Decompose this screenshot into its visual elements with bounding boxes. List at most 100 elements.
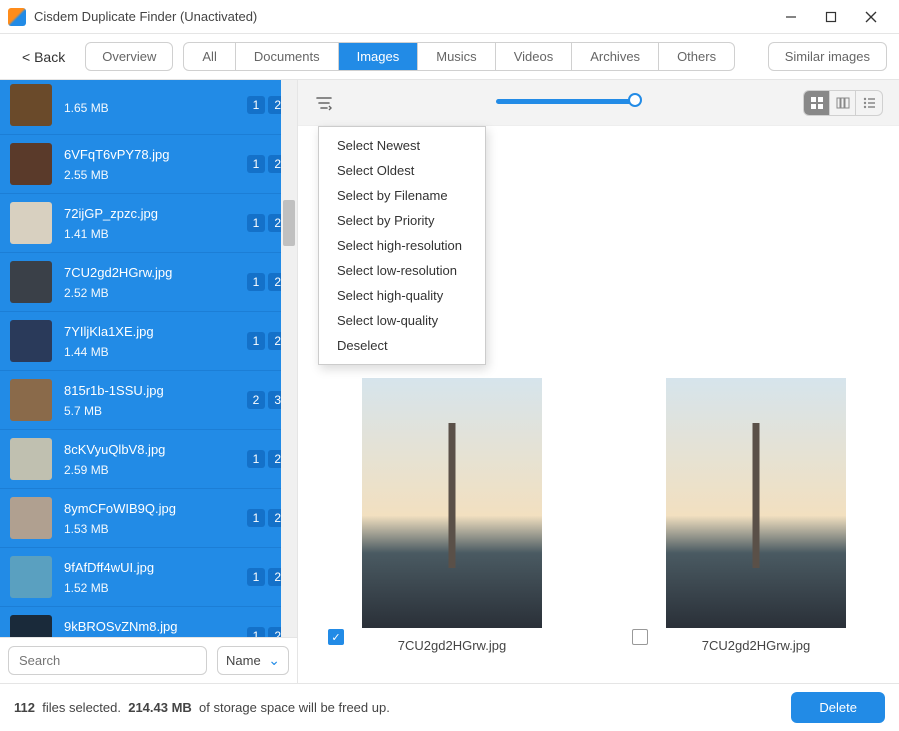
badge[interactable]: 1 xyxy=(247,96,266,114)
back-button[interactable]: < Back xyxy=(12,45,75,69)
preview-card[interactable]: 7CU2gd2HGrw.jpg xyxy=(666,378,846,653)
thumbnail xyxy=(10,202,52,244)
menu-item-deselect[interactable]: Deselect xyxy=(319,333,485,358)
file-list[interactable]: 1.65 MB126VFqT6vPY78.jpg2.55 MB1272ijGP_… xyxy=(0,80,297,637)
preview-image xyxy=(666,378,846,628)
list-item-text: 8ymCFoWIB9Q.jpg1.53 MB xyxy=(64,501,235,536)
toolbar: < Back Overview AllDocumentsImagesMusics… xyxy=(0,34,899,80)
list-item-text: 1.65 MB xyxy=(64,95,235,115)
badge[interactable]: 2 xyxy=(247,391,266,409)
thumbnail-size-slider[interactable] xyxy=(496,99,636,107)
list-item[interactable]: 1.65 MB12 xyxy=(0,80,297,135)
list-item[interactable]: 8ymCFoWIB9Q.jpg1.53 MB12 xyxy=(0,489,297,548)
menu-item-select-high-quality[interactable]: Select high-quality xyxy=(319,283,485,308)
badge[interactable]: 1 xyxy=(247,568,266,586)
file-size: 1.65 MB xyxy=(64,101,235,115)
selected-count-label: files selected. xyxy=(42,700,121,715)
file-size: 1.53 MB xyxy=(64,522,235,536)
list-item[interactable]: 72ijGP_zpzc.jpg1.41 MB12 xyxy=(0,194,297,253)
badge[interactable]: 1 xyxy=(247,214,266,232)
chevron-down-icon: ⌄ xyxy=(268,652,280,669)
preview-gallery: Select NewestSelect OldestSelect by File… xyxy=(298,126,899,683)
scrollbar[interactable] xyxy=(281,80,297,637)
list-item-text: 6VFqT6vPY78.jpg2.55 MB xyxy=(64,147,235,182)
tab-musics[interactable]: Musics xyxy=(418,43,495,70)
badge[interactable]: 1 xyxy=(247,155,266,173)
category-tabs: AllDocumentsImagesMusicsVideosArchivesOt… xyxy=(183,42,735,71)
list-item-text: 7YIljKla1XE.jpg1.44 MB xyxy=(64,324,235,359)
thumbnail xyxy=(10,379,52,421)
minimize-button[interactable] xyxy=(771,0,811,33)
list-item-text: 7CU2gd2HGrw.jpg 2.52 MB xyxy=(64,265,235,300)
badge[interactable]: 1 xyxy=(247,450,266,468)
file-size: 5.7 MB xyxy=(64,404,235,418)
list-item-text: 9kBROSvZNm8.jpg2.05 MB xyxy=(64,619,235,638)
sidebar: 1.65 MB126VFqT6vPY78.jpg2.55 MB1272ijGP_… xyxy=(0,80,298,683)
sort-select[interactable]: Name ⌄ xyxy=(217,646,289,675)
thumbnail xyxy=(10,261,52,303)
grid-view-button[interactable] xyxy=(804,91,830,115)
thumbnail xyxy=(10,556,52,598)
file-size: 1.41 MB xyxy=(64,227,235,241)
tab-others[interactable]: Others xyxy=(659,43,734,70)
window-title: Cisdem Duplicate Finder (Unactivated) xyxy=(34,9,771,24)
badge[interactable]: 1 xyxy=(247,332,266,350)
tab-videos[interactable]: Videos xyxy=(496,43,573,70)
maximize-button[interactable] xyxy=(811,0,851,33)
titlebar: Cisdem Duplicate Finder (Unactivated) xyxy=(0,0,899,34)
selection-context-menu: Select NewestSelect OldestSelect by File… xyxy=(318,126,486,365)
list-view-button[interactable] xyxy=(856,91,882,115)
tab-archives[interactable]: Archives xyxy=(572,43,659,70)
thumbnail xyxy=(10,84,52,126)
filter-icon[interactable] xyxy=(314,93,334,113)
menu-item-select-by-filename[interactable]: Select by Filename xyxy=(319,183,485,208)
tab-all[interactable]: All xyxy=(184,43,235,70)
overview-button[interactable]: Overview xyxy=(85,42,173,71)
close-button[interactable] xyxy=(851,0,891,33)
delete-button[interactable]: Delete xyxy=(791,692,885,723)
search-input[interactable] xyxy=(8,646,207,675)
menu-item-select-high-resolution[interactable]: Select high-resolution xyxy=(319,233,485,258)
preview-card[interactable]: 7CU2gd2HGrw.jpg xyxy=(362,378,542,653)
sidebar-footer: Name ⌄ xyxy=(0,637,297,683)
menu-item-select-newest[interactable]: Select Newest xyxy=(319,133,485,158)
badge[interactable]: 1 xyxy=(247,273,266,291)
file-name: 7CU2gd2HGrw.jpg xyxy=(64,265,235,280)
menu-item-select-low-quality[interactable]: Select low-quality xyxy=(319,308,485,333)
file-size: 2.52 MB xyxy=(64,286,235,300)
content: 1.65 MB126VFqT6vPY78.jpg2.55 MB1272ijGP_… xyxy=(0,80,899,683)
tab-documents[interactable]: Documents xyxy=(236,43,339,70)
scrollbar-thumb[interactable] xyxy=(283,200,295,246)
column-view-button[interactable] xyxy=(830,91,856,115)
select-checkbox[interactable] xyxy=(632,629,648,645)
tab-images[interactable]: Images xyxy=(339,43,419,70)
thumbnail xyxy=(10,320,52,362)
list-item[interactable]: 9fAfDff4wUI.jpg1.52 MB12 xyxy=(0,548,297,607)
list-item-text: 72ijGP_zpzc.jpg 1.41 MB xyxy=(64,206,235,241)
file-name: 9kBROSvZNm8.jpg xyxy=(64,619,235,634)
menu-item-select-oldest[interactable]: Select Oldest xyxy=(319,158,485,183)
file-name: 7YIljKla1XE.jpg xyxy=(64,324,235,339)
list-item-text: 815r1b-1SSU.jpg5.7 MB xyxy=(64,383,235,418)
badge[interactable]: 1 xyxy=(247,627,266,637)
selected-count: 112 xyxy=(14,700,35,715)
list-item[interactable]: 6VFqT6vPY78.jpg2.55 MB12 xyxy=(0,135,297,194)
menu-item-select-by-priority[interactable]: Select by Priority xyxy=(319,208,485,233)
freed-size-label: of storage space will be freed up. xyxy=(199,700,390,715)
list-item[interactable]: 815r1b-1SSU.jpg5.7 MB23 xyxy=(0,371,297,430)
thumbnail xyxy=(10,497,52,539)
select-checkbox[interactable]: ✓ xyxy=(328,629,344,645)
file-size: 1.52 MB xyxy=(64,581,235,595)
list-item[interactable]: 8cKVyuQlbV8.jpg2.59 MB12 xyxy=(0,430,297,489)
file-size: 2.55 MB xyxy=(64,168,235,182)
menu-item-select-low-resolution[interactable]: Select low-resolution xyxy=(319,258,485,283)
similar-images-button[interactable]: Similar images xyxy=(768,42,887,71)
file-name: 72ijGP_zpzc.jpg xyxy=(64,206,235,221)
list-item[interactable]: 7CU2gd2HGrw.jpg2.52 MB12 xyxy=(0,253,297,312)
list-item-text: 8cKVyuQlbV8.jpg2.59 MB xyxy=(64,442,235,477)
list-item[interactable]: 7YIljKla1XE.jpg1.44 MB12 xyxy=(0,312,297,371)
list-item[interactable]: 9kBROSvZNm8.jpg2.05 MB12 xyxy=(0,607,297,637)
badge[interactable]: 1 xyxy=(247,509,266,527)
file-name: 8cKVyuQlbV8.jpg xyxy=(64,442,235,457)
view-mode-buttons xyxy=(803,90,883,116)
